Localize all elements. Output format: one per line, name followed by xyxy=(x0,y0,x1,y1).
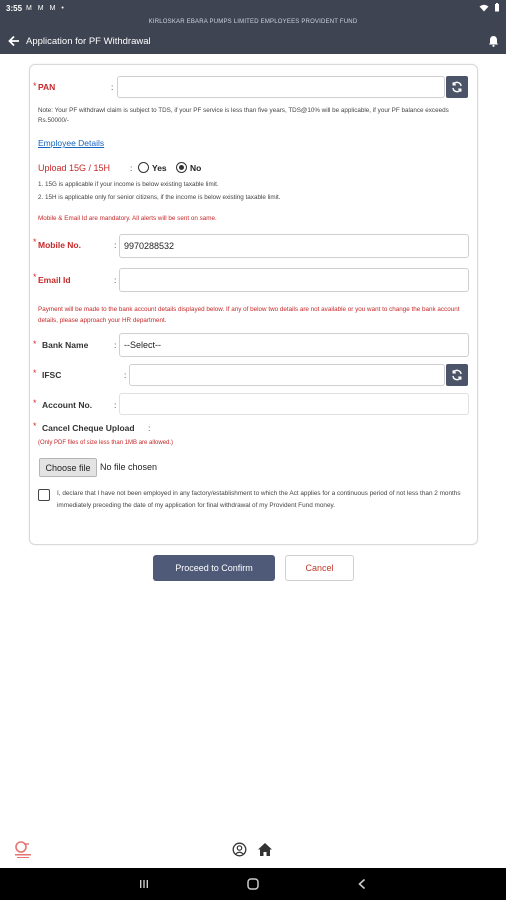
bottom-toolbar xyxy=(232,842,273,862)
recent-apps-icon[interactable] xyxy=(132,874,156,894)
upload-15g-colon: : xyxy=(130,163,133,173)
wifi-icon xyxy=(479,4,489,11)
account-no-label: Account No. xyxy=(42,400,93,410)
status-time: 3:55 xyxy=(6,3,23,13)
radio-no-label: No xyxy=(190,162,202,173)
employee-details-link[interactable]: Employee Details xyxy=(38,138,104,148)
ifsc-label: IFSC xyxy=(42,370,62,380)
cheque-colon: : xyxy=(148,423,151,433)
battery-icon xyxy=(495,2,499,11)
app-bar: Application for PF Withdrawal xyxy=(0,28,506,54)
upload-15g-no-radio[interactable]: No xyxy=(176,162,201,173)
refresh-icon xyxy=(452,81,462,93)
ifsc-required-mark: * xyxy=(33,368,37,378)
radio-circle-selected xyxy=(176,162,187,173)
account-no-input[interactable] xyxy=(119,393,469,415)
ifsc-input[interactable] xyxy=(129,364,445,386)
account-required-mark: * xyxy=(33,398,37,408)
bell-icon[interactable] xyxy=(486,33,500,49)
pan-refresh-button[interactable] xyxy=(446,76,468,98)
back-arrow-icon[interactable] xyxy=(6,33,22,49)
declaration-text: I, declare that I have not been employed… xyxy=(57,490,461,509)
mandatory-note: Mobile & Email Id are mandatory. All ale… xyxy=(38,215,217,222)
upload-15g-label: Upload 15G / 15H xyxy=(38,163,111,173)
ifsc-refresh-button[interactable] xyxy=(446,364,468,386)
cancel-button[interactable]: Cancel xyxy=(285,555,354,581)
15h-hint: 2. 15H is applicable only for senior cit… xyxy=(38,194,281,201)
radio-yes-label: Yes xyxy=(152,162,167,173)
profile-icon[interactable] xyxy=(232,842,247,862)
tds-note: Note: Your PF withdrawl claim is subject… xyxy=(38,107,449,124)
proceed-to-confirm-button[interactable]: Proceed to Confirm xyxy=(153,555,275,581)
home-icon[interactable] xyxy=(257,842,273,862)
mobile-colon: : xyxy=(114,240,117,250)
pan-input[interactable] xyxy=(117,76,445,98)
bank-name-select[interactable]: --Select-- xyxy=(119,333,469,357)
status-bar: 3:55 M M M • xyxy=(0,0,506,16)
radio-circle xyxy=(138,162,149,173)
pan-label: PAN xyxy=(38,82,56,92)
mobile-required-mark: * xyxy=(33,237,37,247)
system-navigation-bar xyxy=(0,868,506,900)
email-label: Email Id xyxy=(38,275,71,285)
file-status: No file chosen xyxy=(100,462,158,472)
logo-icon xyxy=(12,839,34,861)
notification-icons: M M M • xyxy=(26,4,66,12)
email-input[interactable] xyxy=(119,268,469,292)
email-colon: : xyxy=(114,275,117,285)
bank-name-label: Bank Name xyxy=(42,340,89,350)
mobile-input[interactable]: 9970288532 xyxy=(119,234,469,258)
refresh-icon xyxy=(452,369,462,381)
pan-colon: : xyxy=(111,82,114,92)
page-title: Application for PF Withdrawal xyxy=(26,35,151,47)
choose-file-button[interactable]: Choose file xyxy=(39,458,97,477)
cheque-upload-label: Cancel Cheque Upload xyxy=(42,423,135,433)
ifsc-colon: : xyxy=(124,370,127,380)
cheque-required-mark: * xyxy=(33,421,37,431)
bank-colon: : xyxy=(114,340,117,350)
payment-note: Payment will be made to the bank account… xyxy=(38,306,460,324)
15g-hint: 1. 15G is applicable if your income is b… xyxy=(38,181,219,188)
home-nav-icon[interactable] xyxy=(241,874,265,894)
bank-required-mark: * xyxy=(33,339,37,349)
pan-required-mark: * xyxy=(33,81,37,91)
system-icons xyxy=(479,2,500,14)
mobile-label: Mobile No. xyxy=(38,240,81,250)
declaration-checkbox[interactable] xyxy=(38,489,50,501)
account-colon: : xyxy=(114,400,117,410)
cheque-upload-hint: (Only PDF files of size less than 1MB ar… xyxy=(38,440,174,446)
upload-15g-yes-radio[interactable]: Yes xyxy=(138,162,167,173)
email-required-mark: * xyxy=(33,272,37,282)
back-nav-icon[interactable] xyxy=(350,874,374,894)
org-name-banner: KIRLOSKAR EBARA PUMPS LIMITED EMPLOYEES … xyxy=(0,16,506,28)
